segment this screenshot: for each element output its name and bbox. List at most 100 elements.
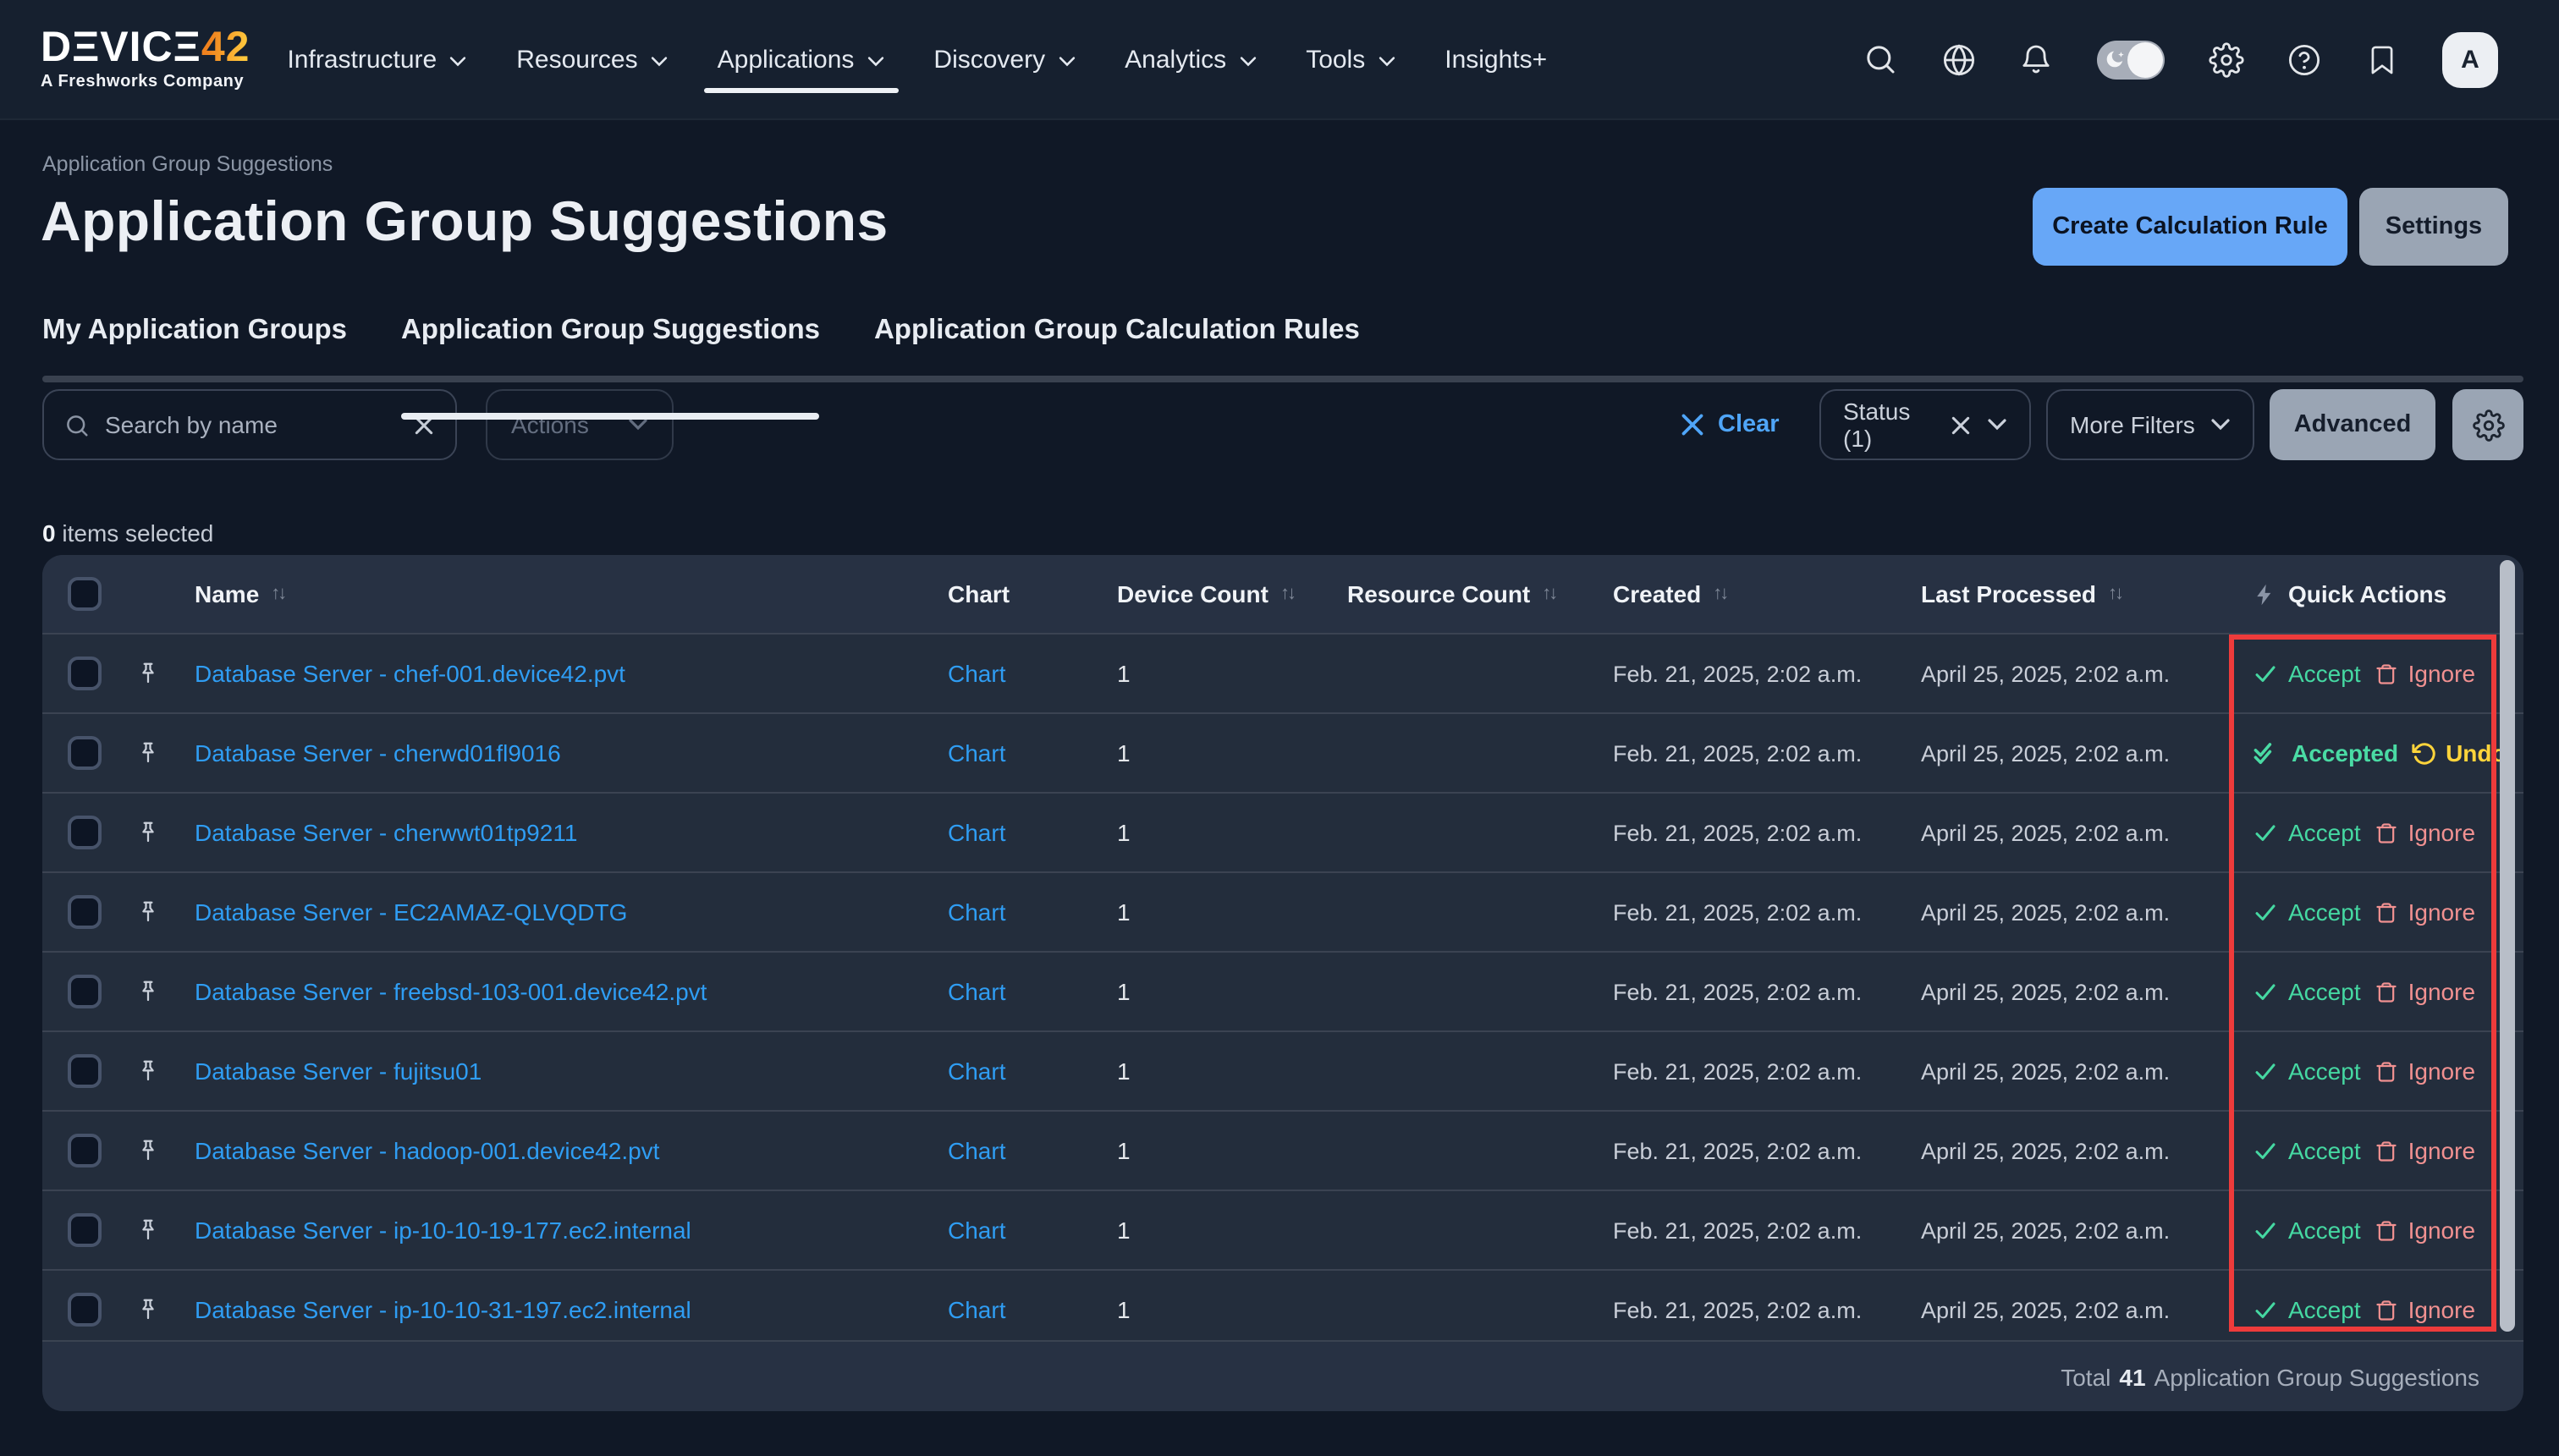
column-header-device-count[interactable]: Device Count ↑↓ [1117,555,1294,633]
row-checkbox[interactable] [68,895,102,929]
chart-link[interactable]: Chart [948,819,1005,846]
chart-link[interactable]: Chart [948,1137,1005,1164]
chart-link[interactable]: Chart [948,1296,1005,1323]
ignore-button[interactable]: Ignore [2375,1217,2475,1244]
tab-application-group-calculation-rules[interactable]: Application Group Calculation Rules [874,315,1360,382]
device-count-value: 1 [1117,953,1131,1030]
ignore-button[interactable]: Ignore [2375,1296,2475,1323]
chevron-down-icon [650,55,669,67]
accept-button[interactable]: Accept [2253,1137,2361,1164]
column-header-last-processed[interactable]: Last Processed ↑↓ [1921,555,2121,633]
nav-item-applications[interactable]: Applications [718,0,885,118]
table-settings-button[interactable] [2452,389,2523,460]
column-header-created[interactable]: Created ↑↓ [1613,555,1726,633]
suggestion-name-link[interactable]: Database Server - EC2AMAZ-QLVQDTG [195,898,627,926]
nav-item-infrastructure[interactable]: Infrastructure [287,0,467,118]
suggestion-name-link[interactable]: Database Server - freebsd-103-001.device… [195,978,707,1005]
pin-icon[interactable] [135,1056,161,1086]
ignore-button[interactable]: Ignore [2375,819,2475,846]
accept-button[interactable]: Accept [2253,978,2361,1005]
settings-button[interactable]: Settings [2359,188,2508,266]
row-checkbox[interactable] [68,1054,102,1088]
nav-item-resources[interactable]: Resources [516,0,668,118]
row-checkbox[interactable] [68,1134,102,1168]
select-all-checkbox[interactable] [68,577,102,611]
more-filters-dropdown[interactable]: More Filters [2046,389,2254,460]
pin-icon[interactable] [135,976,161,1007]
nav-item-label: Analytics [1125,45,1226,74]
nav-item-analytics[interactable]: Analytics [1125,0,1257,118]
globe-icon[interactable] [1941,42,1975,76]
ignore-button[interactable]: Ignore [2375,1137,2475,1164]
suggestion-name-link[interactable]: Database Server - ip-10-10-19-177.ec2.in… [195,1217,691,1244]
suggestion-name-link[interactable]: Database Server - cherwwt01tp9211 [195,819,577,846]
row-checkbox[interactable] [68,736,102,770]
search-icon[interactable] [1863,42,1897,76]
breadcrumb[interactable]: Application Group Suggestions [42,152,333,176]
pin-icon[interactable] [135,1135,161,1166]
accept-button[interactable]: Accept [2253,819,2361,846]
undo-button[interactable]: Undo [2412,739,2507,766]
trash-icon [2375,661,2398,686]
bell-icon[interactable] [2019,42,2053,76]
accept-button[interactable]: Accept [2253,1058,2361,1085]
accept-button[interactable]: Accept [2253,898,2361,926]
tab-application-group-suggestions[interactable]: Application Group Suggestions [401,315,820,382]
suggestion-name-link[interactable]: Database Server - ip-10-10-31-197.ec2.in… [195,1296,691,1323]
suggestion-name-link[interactable]: Database Server - fujitsu01 [195,1058,482,1085]
row-checkbox[interactable] [68,975,102,1008]
help-icon[interactable] [2287,42,2320,76]
chart-link[interactable]: Chart [948,898,1005,926]
ignore-button[interactable]: Ignore [2375,660,2475,687]
gear-icon[interactable] [2209,42,2243,76]
row-checkbox[interactable] [68,1293,102,1327]
chart-link[interactable]: Chart [948,660,1005,687]
accept-button[interactable]: Accept [2253,660,2361,687]
chevron-down-icon [1987,418,2007,431]
pin-icon[interactable] [135,658,161,689]
ignore-button[interactable]: Ignore [2375,1058,2475,1085]
pin-icon[interactable] [135,1294,161,1325]
create-calculation-rule-button[interactable]: Create Calculation Rule [2033,188,2347,266]
nav-item-label: Applications [718,45,855,74]
chart-link[interactable]: Chart [948,978,1005,1005]
nav-item-insights-[interactable]: Insights+ [1445,0,1547,118]
suggestion-name-link[interactable]: Database Server - cherwd01fl9016 [195,739,561,766]
pin-icon[interactable] [135,817,161,848]
chart-link[interactable]: Chart [948,739,1005,766]
actions-dropdown[interactable]: Actions [486,389,674,460]
chart-link[interactable]: Chart [948,1058,1005,1085]
status-filter-chip[interactable]: Status (1) [1819,389,2031,460]
ignore-button[interactable]: Ignore [2375,978,2475,1005]
accept-button[interactable]: Accept [2253,1217,2361,1244]
nav-item-tools[interactable]: Tools [1306,0,1395,118]
pin-icon[interactable] [135,897,161,927]
accept-button[interactable]: Accept [2253,1296,2361,1323]
bookmark-icon[interactable] [2364,42,2398,76]
row-checkbox[interactable] [68,1213,102,1247]
user-avatar[interactable]: A [2442,31,2498,87]
column-header-name[interactable]: Name ↑↓ [195,555,284,633]
suggestion-name-link[interactable]: Database Server - hadoop-001.device42.pv… [195,1137,659,1164]
search-box[interactable] [42,389,457,460]
pin-icon[interactable] [135,738,161,768]
device42-logo[interactable]: DΞVICΞ42 A Freshworks Company [41,27,250,91]
column-header-resource-count[interactable]: Resource Count ↑↓ [1347,555,1555,633]
chevron-down-icon [1377,55,1395,67]
nav-item-discovery[interactable]: Discovery [933,0,1076,118]
advanced-button[interactable]: Advanced [2270,389,2435,460]
theme-toggle[interactable] [2097,40,2165,79]
table-row: Database Server - hadoop-001.device42.pv… [42,1112,2523,1191]
ignore-button[interactable]: Ignore [2375,898,2475,926]
row-checkbox[interactable] [68,657,102,690]
last-processed-value: April 25, 2025, 2:02 a.m. [1921,1032,2170,1110]
vertical-scrollbar[interactable] [2500,560,2515,1332]
search-input[interactable] [105,411,398,438]
suggestion-name-link[interactable]: Database Server - chef-001.device42.pvt [195,660,625,687]
chart-link[interactable]: Chart [948,1217,1005,1244]
tab-my-application-groups[interactable]: My Application Groups [42,315,347,382]
clear-filters-button[interactable]: Clear [1681,389,1780,460]
check-icon [2253,1297,2278,1322]
pin-icon[interactable] [135,1215,161,1245]
row-checkbox[interactable] [68,816,102,849]
